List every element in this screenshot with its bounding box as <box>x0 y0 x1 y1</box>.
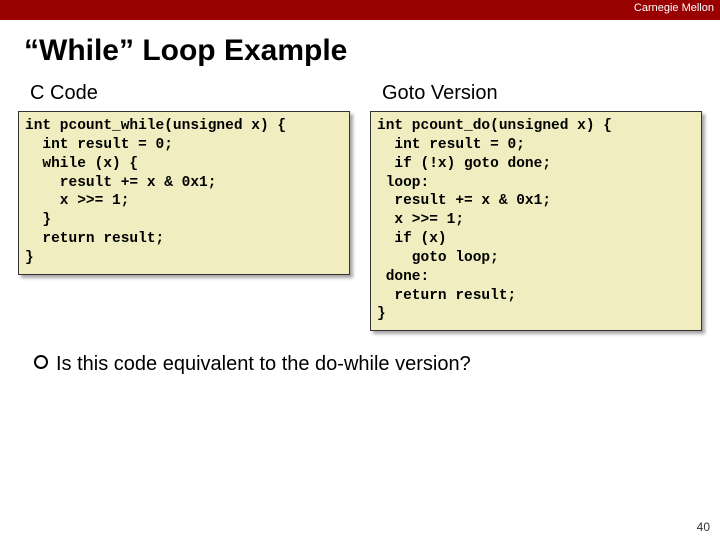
right-header: Goto Version <box>382 82 702 105</box>
question-row: Is this code equivalent to the do-while … <box>34 353 720 376</box>
question-text: Is this code equivalent to the do-while … <box>56 353 471 375</box>
right-column: Goto Version int pcount_do(unsigned x) {… <box>370 76 702 331</box>
columns: C Code int pcount_while(unsigned x) { in… <box>0 76 720 331</box>
org-label: Carnegie Mellon <box>634 2 714 14</box>
left-header: C Code <box>30 82 350 105</box>
c-code-box: int pcount_while(unsigned x) { int resul… <box>18 111 350 275</box>
goto-code-box: int pcount_do(unsigned x) { int result =… <box>370 111 702 331</box>
left-column: C Code int pcount_while(unsigned x) { in… <box>18 76 350 275</box>
page-number: 40 <box>697 520 710 534</box>
bullet-icon <box>34 355 48 369</box>
slide-title: “While” Loop Example <box>24 34 720 68</box>
top-banner: Carnegie Mellon <box>0 0 720 20</box>
